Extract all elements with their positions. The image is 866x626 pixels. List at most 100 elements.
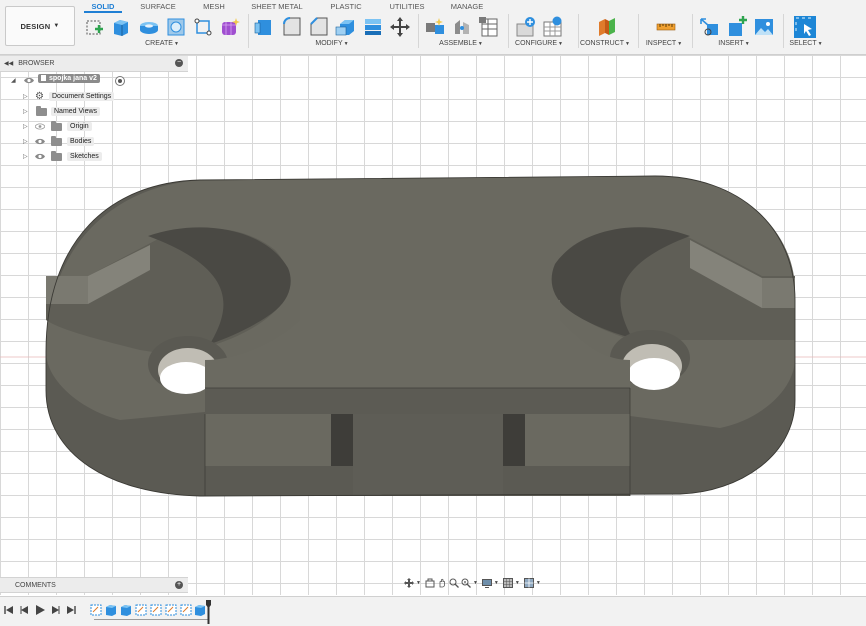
display-settings-icon[interactable] xyxy=(481,578,492,588)
viewports-icon[interactable] xyxy=(523,578,534,588)
offset-plane-icon[interactable] xyxy=(596,16,618,38)
expand-right-icon[interactable]: ▷ xyxy=(23,93,28,100)
tree-item-label: Origin xyxy=(67,122,92,131)
chevron-down-icon: ▼ xyxy=(677,41,683,47)
eye-hidden-icon[interactable] xyxy=(35,123,45,130)
insert-group-label[interactable]: INSERT▼ xyxy=(718,40,750,47)
hole-icon[interactable] xyxy=(165,16,187,38)
shell-icon[interactable] xyxy=(335,16,357,38)
expand-down-icon[interactable]: ◢ xyxy=(11,77,16,84)
joint-icon[interactable] xyxy=(451,16,473,38)
table-icon[interactable] xyxy=(478,16,500,38)
construct-group-label[interactable]: CONSTRUCT▼ xyxy=(580,40,630,47)
pan-icon[interactable] xyxy=(437,578,447,588)
zoom-icon[interactable] xyxy=(449,578,459,588)
expand-right-icon[interactable]: ▷ xyxy=(23,153,28,160)
timeline-sketch-icon[interactable] xyxy=(135,604,147,616)
grid-icon[interactable] xyxy=(502,578,513,588)
chevron-down-icon[interactable]: ▼ xyxy=(494,580,499,586)
last-icon[interactable] xyxy=(66,605,76,615)
sketch-icon[interactable] xyxy=(192,16,214,38)
chamfer-icon[interactable] xyxy=(308,16,330,38)
timeline-extrude-icon[interactable] xyxy=(105,604,117,616)
next-icon[interactable] xyxy=(51,605,61,615)
tab-manage[interactable]: MANAGE xyxy=(451,2,484,11)
insert-derive-icon[interactable] xyxy=(699,16,721,38)
extrude-icon[interactable] xyxy=(110,16,132,38)
new-component-icon[interactable] xyxy=(84,16,106,38)
design-workspace-button[interactable]: DESIGN ▼ xyxy=(5,6,75,46)
timeline-extrude-icon[interactable] xyxy=(194,604,206,616)
expand-right-icon[interactable]: ▷ xyxy=(23,108,28,115)
collapse-icon[interactable]: ◀◀ xyxy=(4,60,13,67)
zoom-window-icon[interactable] xyxy=(461,578,471,588)
tree-item-named-views[interactable]: ▷ Named Views xyxy=(0,105,188,118)
play-icon[interactable] xyxy=(35,605,45,615)
tree-root[interactable]: ◢ spojka jana v2 xyxy=(0,74,188,87)
tab-mesh[interactable]: MESH xyxy=(203,2,225,11)
inspect-group-label[interactable]: INSPECT▼ xyxy=(646,40,682,47)
tree-item-document-settings[interactable]: ▷ ⚙ Document Settings xyxy=(0,90,188,103)
chevron-down-icon: ▼ xyxy=(343,41,349,47)
select-icon[interactable] xyxy=(794,16,816,38)
eye-icon[interactable] xyxy=(35,153,45,160)
comments-panel[interactable]: COMMENTS + xyxy=(0,577,188,593)
tab-surface[interactable]: SURFACE xyxy=(140,2,175,11)
inspect-label: INSPECT xyxy=(645,40,677,47)
eye-icon[interactable] xyxy=(35,138,45,145)
tree-item-label: Document Settings xyxy=(49,92,115,101)
root-component-label[interactable]: spojka jana v2 xyxy=(38,74,100,83)
tree-item-sketches[interactable]: ▷ Sketches xyxy=(0,150,188,163)
orbit-icon[interactable] xyxy=(404,578,414,588)
chevron-down-icon[interactable]: ▼ xyxy=(515,580,520,586)
insert-mesh-icon[interactable] xyxy=(726,16,748,38)
new-component-assemble-icon[interactable] xyxy=(424,16,446,38)
tab-solid[interactable]: SOLID xyxy=(92,2,115,11)
select-group-label[interactable]: SELECT▼ xyxy=(789,40,822,47)
chevron-down-icon[interactable]: ▼ xyxy=(416,580,421,586)
activate-radio-icon[interactable] xyxy=(115,76,125,86)
create-group-label[interactable]: CREATE▼ xyxy=(145,40,179,47)
timeline-sketch-icon[interactable] xyxy=(165,604,177,616)
minimize-icon[interactable]: − xyxy=(175,59,183,67)
press-pull-icon[interactable] xyxy=(254,16,276,38)
insert-image-icon[interactable] xyxy=(753,16,775,38)
divider xyxy=(692,14,693,48)
chevron-down-icon[interactable]: ▼ xyxy=(473,580,478,586)
timeline-track[interactable] xyxy=(94,619,209,620)
revolve-icon[interactable] xyxy=(138,16,160,38)
tree-item-origin[interactable]: ▷ Origin xyxy=(0,120,188,133)
configure-icon[interactable] xyxy=(515,16,537,38)
look-at-icon[interactable] xyxy=(425,578,435,588)
configure-group-label[interactable]: CONFIGURE▼ xyxy=(515,40,563,47)
timeline xyxy=(0,596,866,626)
expand-right-icon[interactable]: ▷ xyxy=(23,138,28,145)
add-comment-icon[interactable]: + xyxy=(175,581,183,589)
previous-icon[interactable] xyxy=(19,605,29,615)
divider xyxy=(508,14,509,48)
tab-sheet-metal[interactable]: SHEET METAL xyxy=(251,2,302,11)
move-icon[interactable] xyxy=(389,16,411,38)
tab-utilities[interactable]: UTILITIES xyxy=(389,2,424,11)
timeline-marker[interactable] xyxy=(206,600,211,624)
timeline-extrude-icon[interactable] xyxy=(120,604,132,616)
fillet-icon[interactable] xyxy=(281,16,303,38)
divider xyxy=(248,14,249,48)
assemble-group-label[interactable]: ASSEMBLE▼ xyxy=(439,40,483,47)
form-icon[interactable] xyxy=(219,16,241,38)
first-icon[interactable] xyxy=(4,605,14,615)
browser-header[interactable]: ◀◀ BROWSER − xyxy=(0,56,188,72)
measure-icon[interactable] xyxy=(655,16,677,38)
divider xyxy=(418,14,419,48)
combine-icon[interactable] xyxy=(362,16,384,38)
tab-plastic[interactable]: PLASTIC xyxy=(330,2,361,11)
chevron-down-icon[interactable]: ▼ xyxy=(536,580,541,586)
parameters-icon[interactable] xyxy=(542,16,564,38)
timeline-sketch-icon[interactable] xyxy=(180,604,192,616)
timeline-sketch-icon[interactable] xyxy=(150,604,162,616)
tree-item-bodies[interactable]: ▷ Bodies xyxy=(0,135,188,148)
eye-icon[interactable] xyxy=(24,77,34,84)
timeline-sketch-icon[interactable] xyxy=(90,604,102,616)
expand-right-icon[interactable]: ▷ xyxy=(23,123,28,130)
modify-group-label[interactable]: MODIFY▼ xyxy=(315,40,348,47)
